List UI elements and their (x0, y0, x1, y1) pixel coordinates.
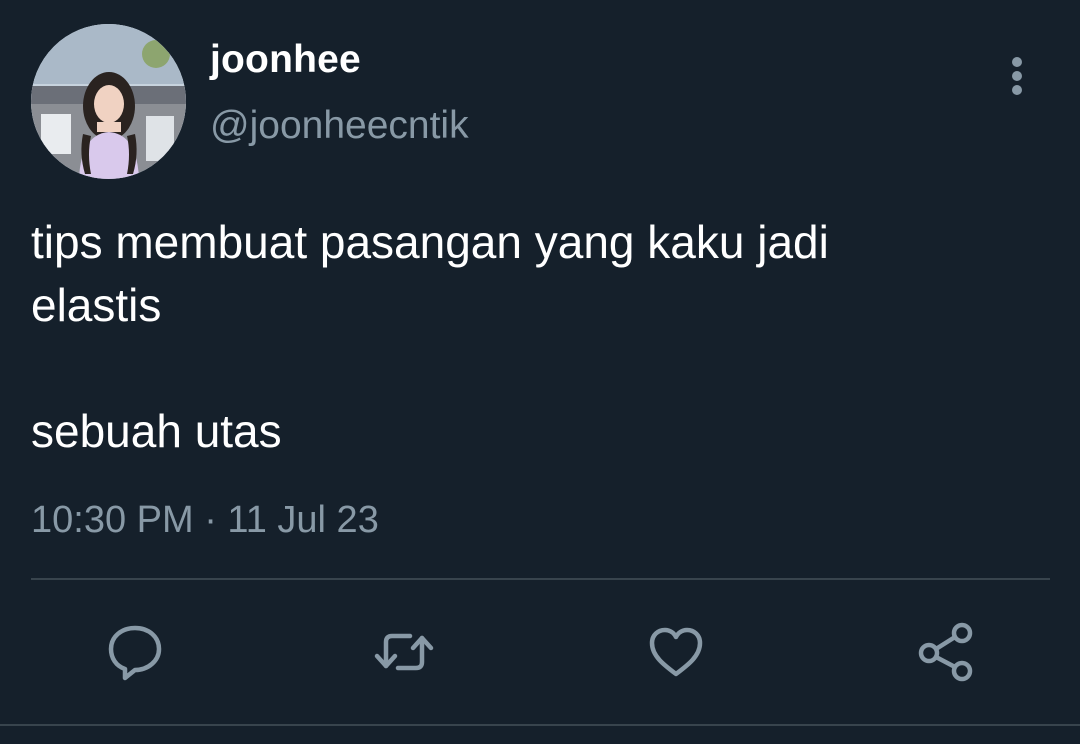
divider (0, 724, 1080, 726)
reply-button[interactable] (103, 620, 167, 684)
share-icon (918, 622, 973, 682)
reply-icon (108, 625, 162, 681)
like-icon (649, 627, 703, 677)
display-name[interactable]: joonhee (210, 38, 361, 82)
share-button[interactable] (914, 620, 978, 684)
retweet-button[interactable] (372, 620, 436, 684)
profile-photo-icon (31, 24, 186, 179)
tweet: joonhee @joonheecntik tips membuat pasan… (0, 0, 1080, 744)
vertical-ellipsis-icon (1012, 57, 1022, 95)
tweet-text: tips membuat pasangan yang kaku jadi ela… (31, 216, 829, 457)
more-options-button[interactable] (997, 52, 1037, 100)
divider (31, 578, 1050, 580)
timestamp[interactable]: 10:30 PM · 11 Jul 23 (31, 499, 379, 542)
retweet-icon (374, 633, 434, 671)
avatar[interactable] (31, 24, 186, 179)
like-button[interactable] (644, 620, 708, 684)
user-handle[interactable]: @joonheecntik (210, 104, 469, 148)
